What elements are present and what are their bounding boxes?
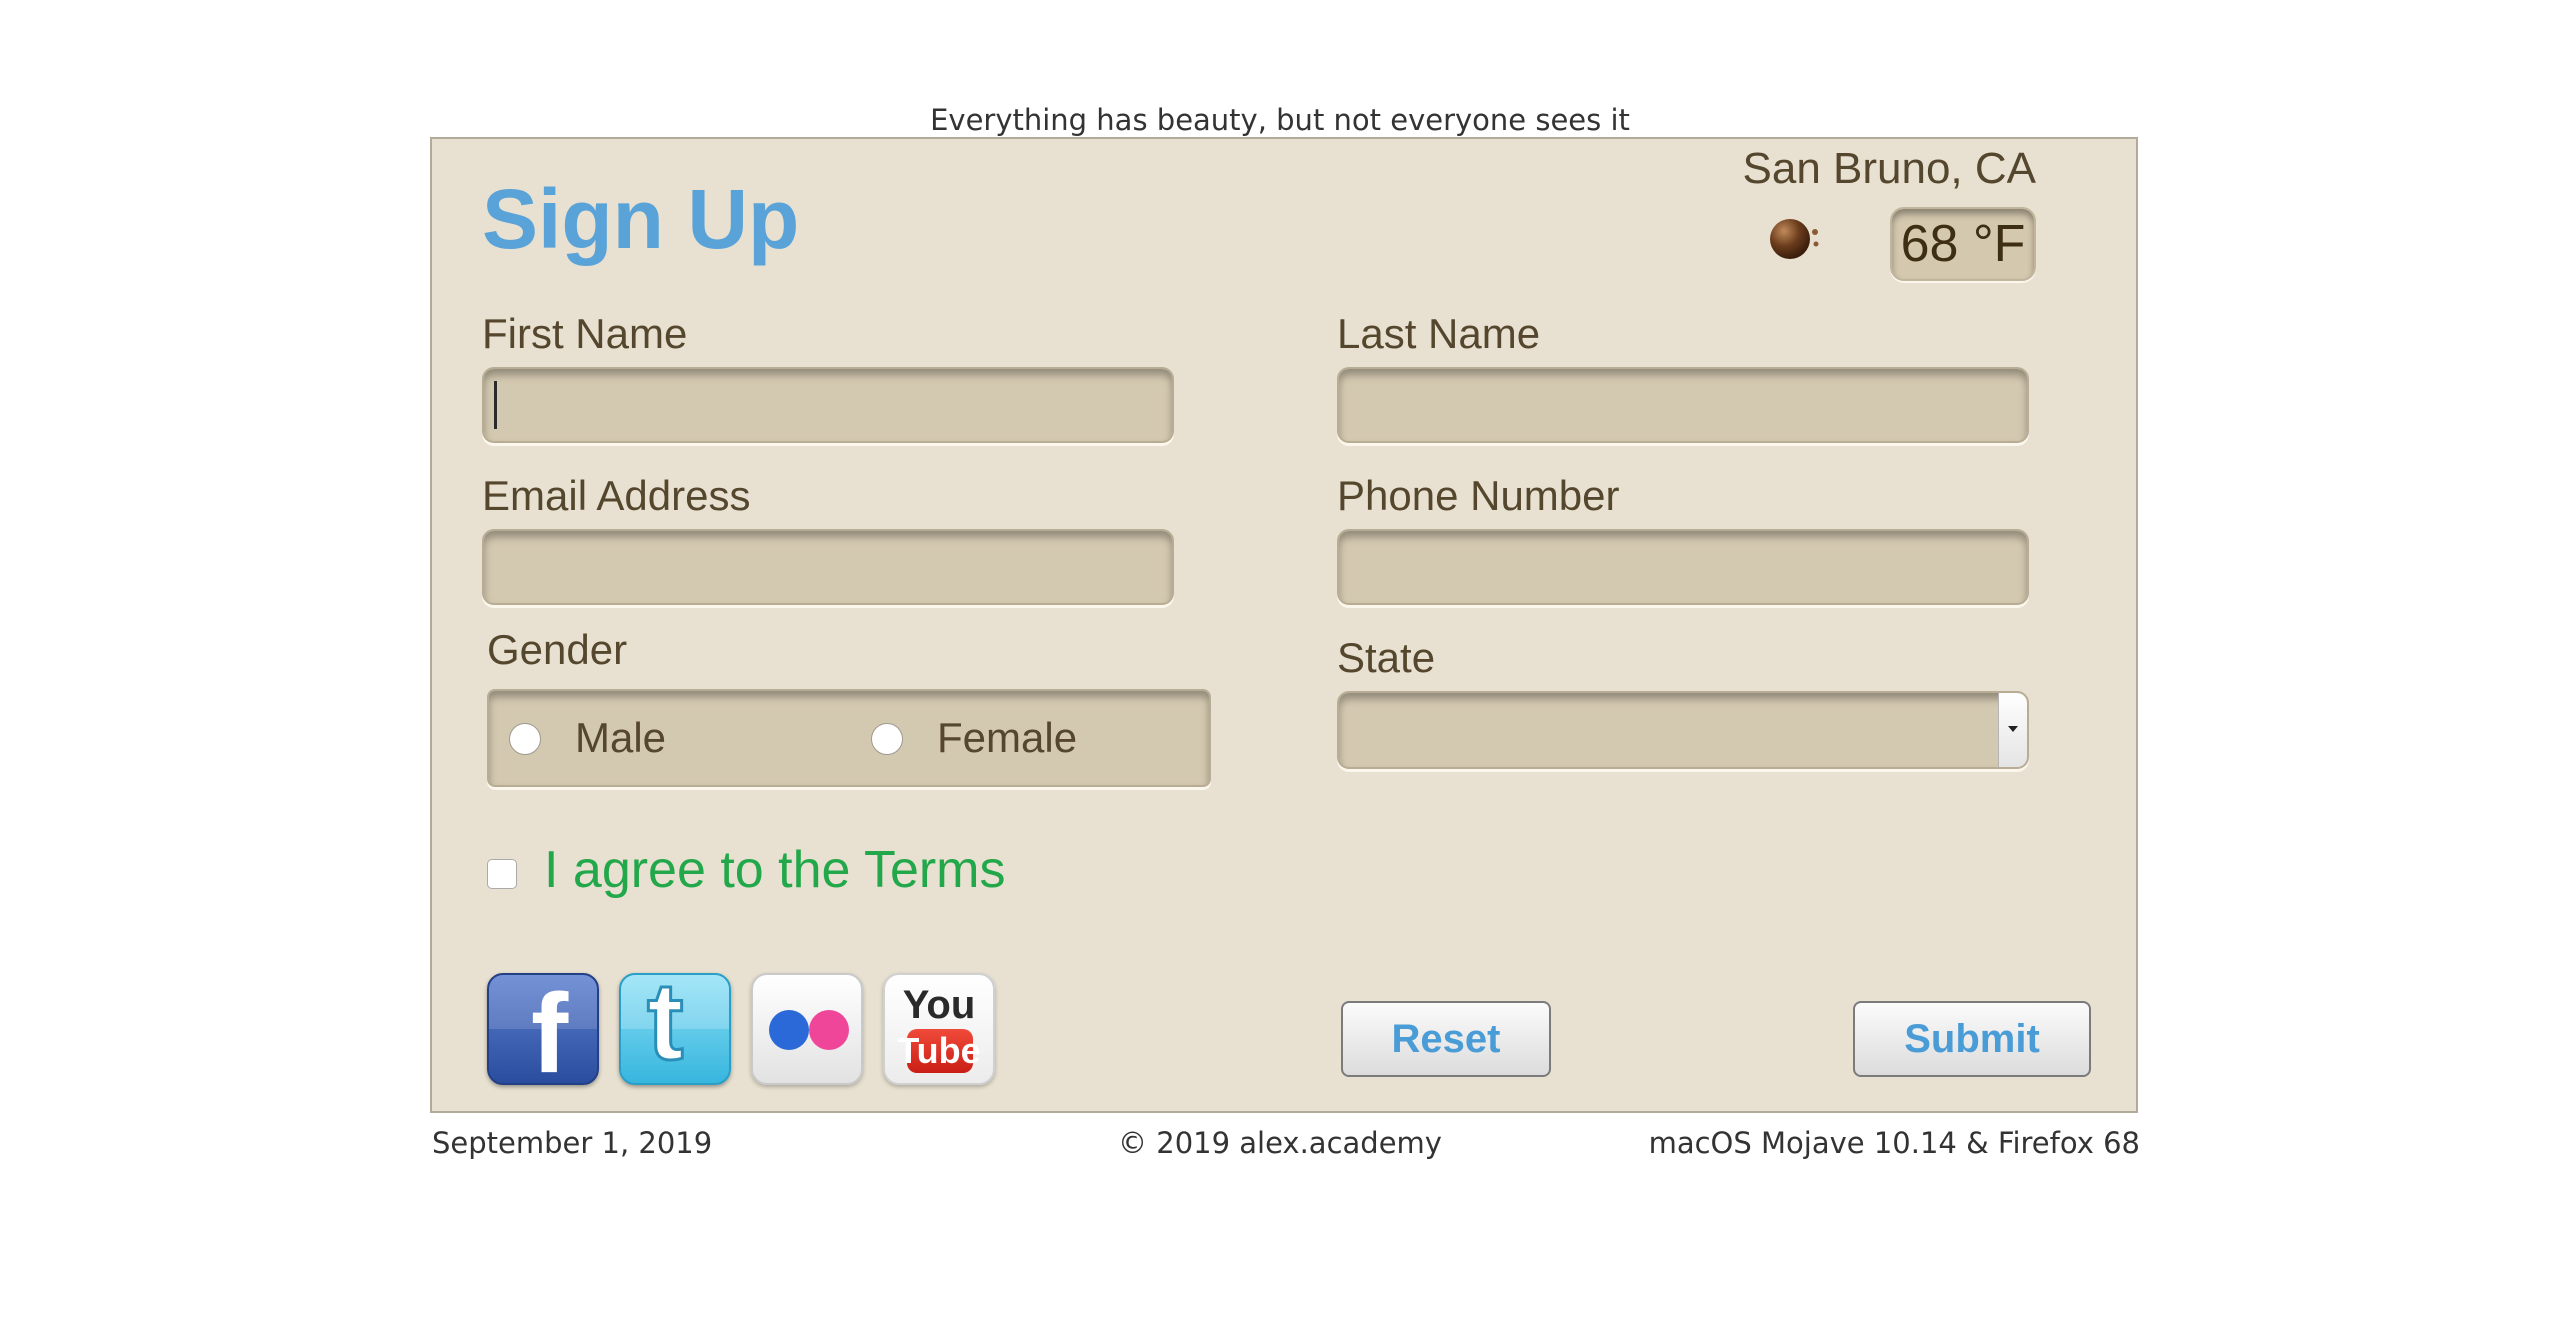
gender-female-label[interactable]: Female — [937, 713, 1077, 763]
flickr-blue-dot — [769, 1010, 809, 1050]
terms-checkbox[interactable] — [487, 859, 517, 889]
submit-button[interactable]: Submit — [1853, 1001, 2091, 1077]
weather-location: San Bruno, CA — [1742, 144, 2037, 193]
twitter-icon[interactable]: t — [619, 973, 731, 1085]
first-name-label: First Name — [482, 310, 688, 357]
reset-button[interactable]: Reset — [1341, 1001, 1551, 1077]
flickr-icon[interactable] — [751, 973, 863, 1085]
state-select[interactable] — [1337, 691, 2029, 769]
facebook-icon[interactable]: f — [487, 973, 599, 1085]
gender-female-radio[interactable] — [871, 723, 903, 755]
last-name-input[interactable] — [1337, 367, 2029, 443]
text-caret — [494, 381, 497, 429]
email-input[interactable] — [482, 529, 1174, 605]
phone-input[interactable] — [1337, 529, 2029, 605]
chevron-down-icon[interactable] — [1998, 693, 2027, 767]
twitter-glyph: t — [646, 973, 686, 1083]
gender-male-label[interactable]: Male — [575, 713, 666, 763]
youtube-icon[interactable]: You Tube — [883, 973, 995, 1085]
youtube-tube-text: Tube — [897, 1030, 981, 1071]
phone-label: Phone Number — [1337, 472, 1620, 519]
temperature-badge: 68 °F — [1890, 207, 2036, 281]
page-title: Sign Up — [482, 172, 800, 266]
youtube-you-text: You — [902, 983, 976, 1027]
tagline: Everything has beauty, but not everyone … — [930, 103, 1630, 137]
footer-platform: macOS Mojave 10.14 & Firefox 68 — [1648, 1126, 2140, 1160]
footer-copyright: © 2019 alex.academy — [1118, 1126, 1442, 1160]
flickr-pink-dot — [809, 1010, 849, 1050]
last-name-label: Last Name — [1337, 310, 1541, 357]
facebook-glyph: f — [531, 973, 569, 1085]
weather-icon — [1770, 219, 1819, 259]
state-label: State — [1337, 634, 1436, 681]
gender-radio-group: Male Female — [487, 689, 1211, 787]
first-name-input[interactable] — [482, 367, 1174, 443]
terms-label[interactable]: I agree to the Terms — [544, 835, 1006, 905]
gender-male-radio[interactable] — [509, 723, 541, 755]
email-label: Email Address — [482, 472, 751, 519]
signup-panel: Sign Up San Bruno, CA 68 °F First Name L… — [430, 137, 2138, 1113]
gender-label: Gender — [487, 626, 628, 673]
